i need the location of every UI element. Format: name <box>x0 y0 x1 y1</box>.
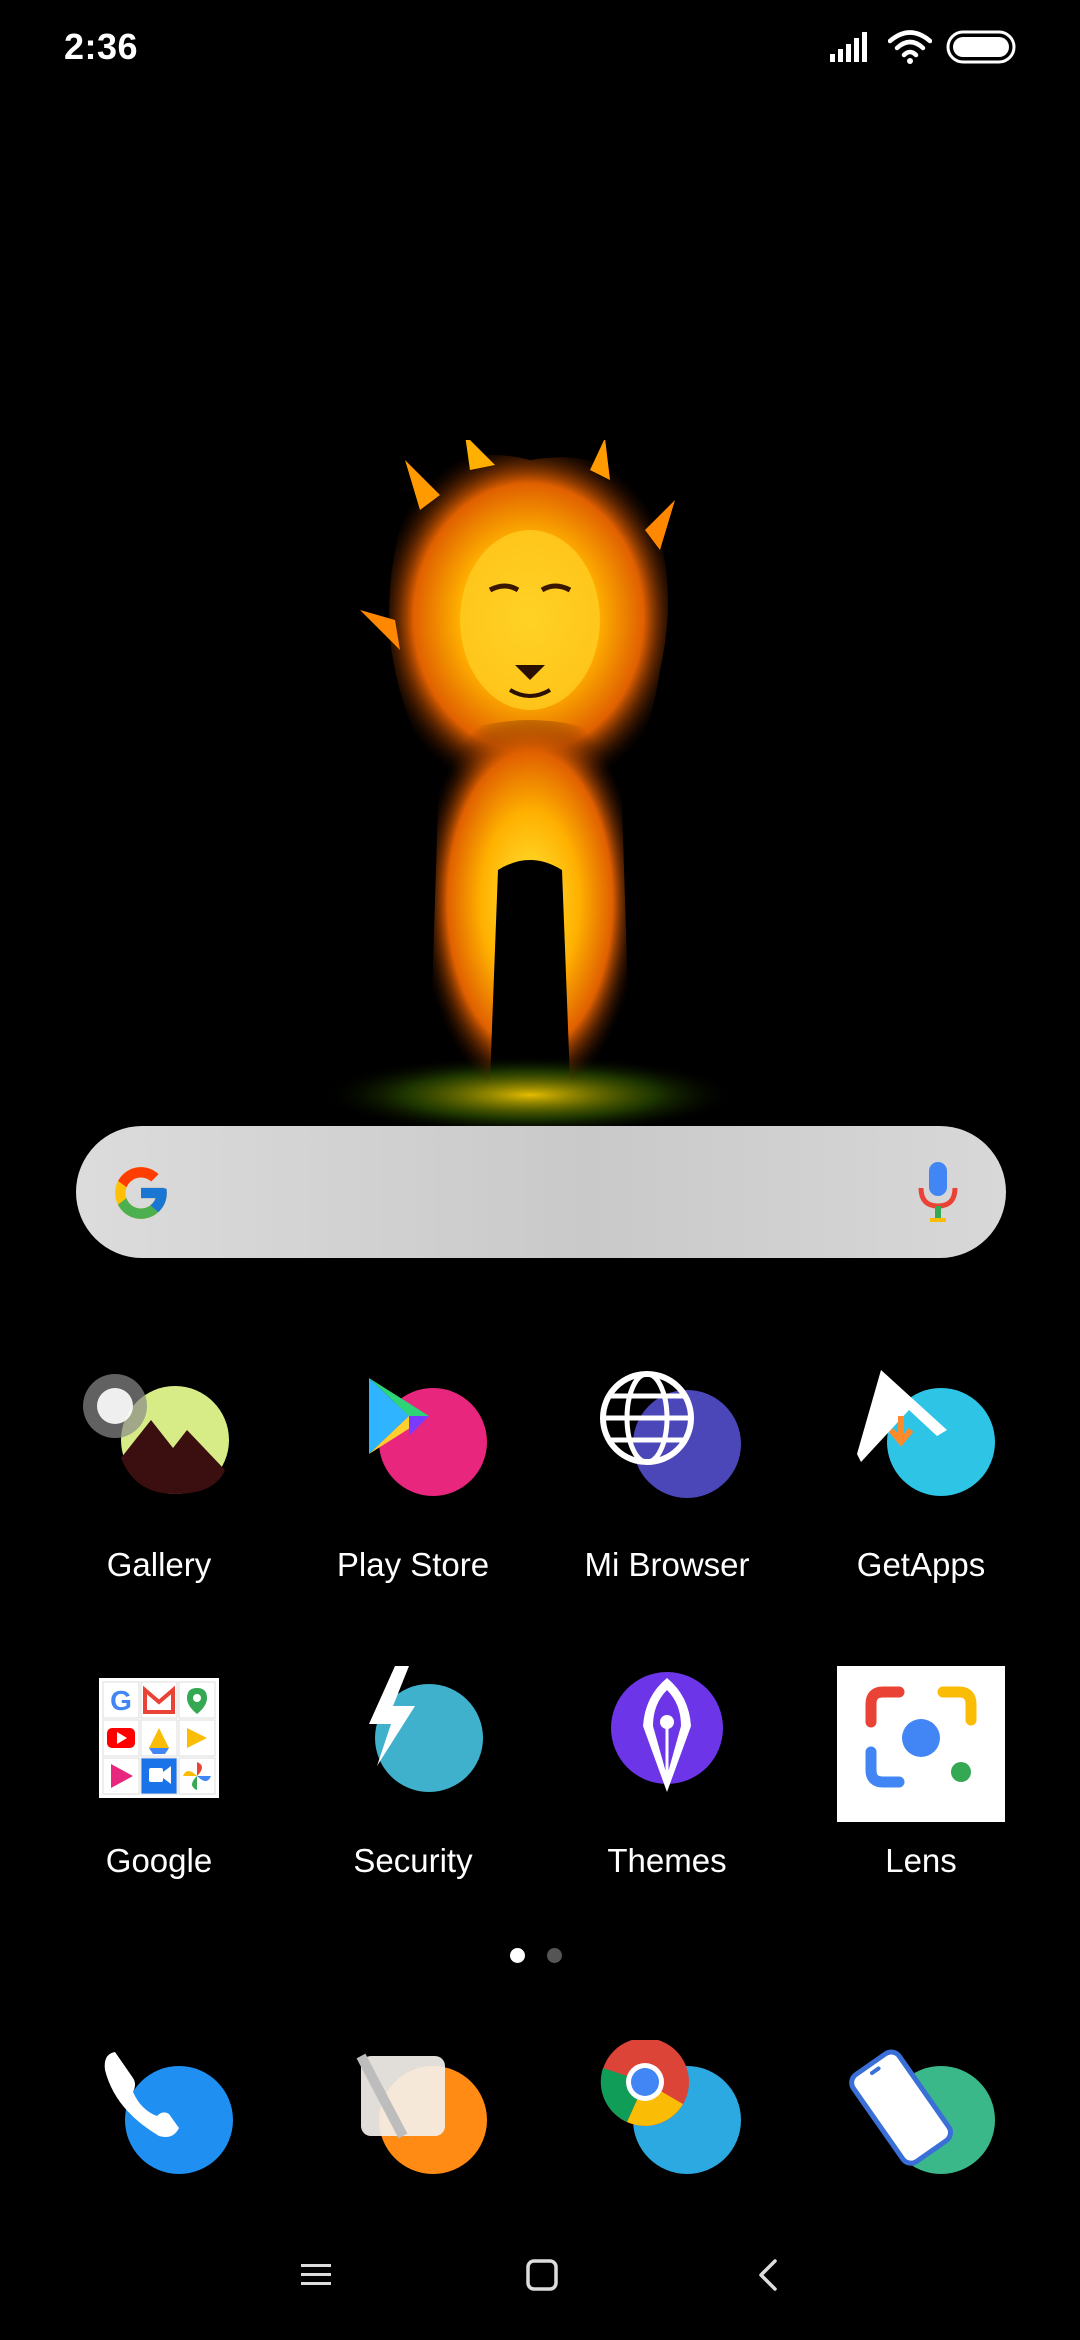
getapps-icon <box>857 1370 995 1496</box>
app-getapps[interactable]: GetApps <box>794 1370 1048 1590</box>
app-mi-browser[interactable]: Mi Browser <box>540 1370 794 1590</box>
home-icon <box>526 2259 558 2291</box>
google-search-bar[interactable] <box>76 1126 1006 1258</box>
signal-icon <box>830 32 867 62</box>
page-dot-2 <box>547 1948 562 1963</box>
page-indicator <box>510 1948 562 1963</box>
globe-icon <box>600 1371 741 1498</box>
home-button[interactable] <box>512 2240 572 2310</box>
app-label: Lens <box>885 1842 957 1879</box>
phone-icon <box>104 2052 233 2174</box>
status-icons <box>830 30 1016 64</box>
navigation-bar <box>0 2240 1080 2310</box>
app-themes[interactable]: Themes <box>540 1666 794 1886</box>
recents-button[interactable] <box>286 2240 346 2310</box>
pen-nib-icon <box>611 1672 723 1792</box>
wifi-icon <box>888 30 932 64</box>
dock-notes[interactable] <box>286 2040 540 2220</box>
security-bolt-icon <box>369 1666 483 1792</box>
app-label: Play Store <box>336 1546 490 1583</box>
app-label: Gallery <box>106 1546 212 1583</box>
app-label: Themes <box>607 1842 727 1879</box>
app-label: Google <box>105 1842 213 1879</box>
notes-icon <box>356 2053 487 2174</box>
app-label: Mi Browser <box>584 1546 750 1583</box>
home-screen: 2:36 Gallery Play Store Mi Browser GetAp… <box>0 0 1080 2340</box>
menu-icon <box>301 2264 331 2285</box>
dock-chrome[interactable] <box>540 2038 794 2220</box>
google-g-icon <box>115 1167 167 1219</box>
page-dot-1 <box>510 1948 525 1963</box>
status-time: 2:36 <box>64 26 139 67</box>
app-gallery[interactable]: Gallery <box>32 1370 286 1590</box>
app-google-folder[interactable]: G Google <box>32 1666 286 1886</box>
microphone-icon[interactable] <box>916 1160 960 1224</box>
back-icon <box>759 2259 777 2291</box>
app-play-store[interactable]: Play Store <box>286 1370 540 1590</box>
chrome-icon <box>600 2038 741 2174</box>
device-icon <box>849 2049 995 2174</box>
svg-text:G: G <box>110 1685 132 1716</box>
play-store-icon <box>369 1378 487 1496</box>
dock-phone[interactable] <box>32 2040 286 2220</box>
app-security[interactable]: Security <box>286 1666 540 1886</box>
battery-icon <box>946 30 1016 64</box>
google-folder-icon: G <box>99 1678 219 1798</box>
gallery-icon <box>83 1374 229 1494</box>
dock-device[interactable] <box>794 2040 1048 2220</box>
app-lens[interactable]: Lens <box>794 1654 1048 1886</box>
back-button[interactable] <box>738 2240 798 2310</box>
lens-icon <box>837 1654 1005 1822</box>
app-label: GetApps <box>856 1546 986 1583</box>
wallpaper-fire-lion <box>320 440 740 1135</box>
app-label: Security <box>353 1842 473 1879</box>
